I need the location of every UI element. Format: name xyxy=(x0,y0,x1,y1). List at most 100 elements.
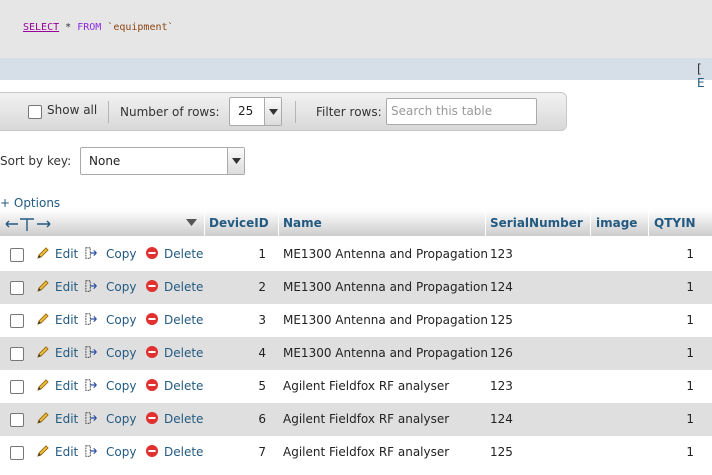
cell-qtyin: 1 xyxy=(686,379,694,393)
copy-link[interactable]: Copy xyxy=(106,445,136,459)
cell-deviceid: 6 xyxy=(258,412,266,426)
cell-deviceid: 1 xyxy=(258,247,266,261)
edit-link[interactable]: Edit xyxy=(55,346,78,360)
pencil-icon[interactable] xyxy=(36,444,50,458)
edit-link[interactable]: Edit xyxy=(55,379,78,393)
cell-name: ME1300 Antenna and Propagation xyxy=(283,280,488,294)
options-link[interactable]: + Options xyxy=(0,196,60,210)
copy-icon[interactable] xyxy=(85,279,99,293)
header-divider xyxy=(278,210,279,236)
copy-icon[interactable] xyxy=(85,444,99,458)
pencil-icon[interactable] xyxy=(36,279,50,293)
copy-icon[interactable] xyxy=(85,312,99,326)
edit-link[interactable]: Edit xyxy=(55,247,78,261)
delete-icon[interactable] xyxy=(145,246,159,260)
copy-link[interactable]: Copy xyxy=(106,280,136,294)
row-checkbox[interactable] xyxy=(10,281,24,295)
pencil-icon[interactable] xyxy=(36,378,50,392)
copy-icon[interactable] xyxy=(85,378,99,392)
table-row: Edit Copy Delete 7 Agilent Fieldfox RF analy… xyxy=(0,436,712,469)
sort-by-key-select[interactable]: None xyxy=(80,147,245,175)
cell-serialnumber: 124 xyxy=(490,412,513,426)
cell-deviceid: 7 xyxy=(258,445,266,459)
cell-name: ME1300 Antenna and Propagation xyxy=(283,247,488,261)
copy-icon[interactable] xyxy=(85,411,99,425)
filter-rows-placeholder: Search this table xyxy=(391,104,493,118)
show-all-label[interactable]: Show all xyxy=(47,103,97,117)
delete-icon[interactable] xyxy=(145,444,159,458)
delete-link[interactable]: Delete xyxy=(164,346,203,360)
pencil-icon[interactable] xyxy=(36,411,50,425)
delete-link[interactable]: Delete xyxy=(164,313,203,327)
row-checkbox[interactable] xyxy=(10,380,24,394)
delete-link[interactable]: Delete xyxy=(164,445,203,459)
filter-rows-label: Filter rows: xyxy=(316,105,382,119)
column-header-qtyin[interactable]: QTYIN xyxy=(654,216,696,230)
copy-link[interactable]: Copy xyxy=(106,313,136,327)
sql-table-name: `equipment` xyxy=(101,22,174,33)
edit-link[interactable]: Edit xyxy=(55,445,78,459)
row-checkbox[interactable] xyxy=(10,446,24,460)
column-header-serialnumber[interactable]: SerialNumber xyxy=(490,216,583,230)
edit-link[interactable]: Edit xyxy=(55,313,78,327)
row-checkbox[interactable] xyxy=(10,413,24,427)
header-divider xyxy=(485,210,486,236)
chevron-down-icon xyxy=(227,148,244,174)
delete-icon[interactable] xyxy=(145,279,159,293)
row-checkbox[interactable] xyxy=(10,347,24,361)
cell-serialnumber: 125 xyxy=(490,445,513,459)
divider xyxy=(295,101,296,123)
delete-link[interactable]: Delete xyxy=(164,412,203,426)
delete-link[interactable]: Delete xyxy=(164,280,203,294)
copy-link[interactable]: Copy xyxy=(106,346,136,360)
cell-serialnumber: 123 xyxy=(490,379,513,393)
chevron-down-icon xyxy=(264,98,281,125)
cell-deviceid: 4 xyxy=(258,346,266,360)
sql-star: * xyxy=(59,22,78,33)
table-row: Edit Copy Delete 3 ME1300 Antenna and Propag… xyxy=(0,304,712,337)
edit-inline-link[interactable]: [ E xyxy=(697,62,712,90)
delete-icon[interactable] xyxy=(145,345,159,359)
cell-deviceid: 2 xyxy=(258,280,266,294)
table-row: Edit Copy Delete 6 Agilent Fieldfox RF analy… xyxy=(0,403,712,436)
copy-icon[interactable] xyxy=(85,345,99,359)
column-header-deviceid[interactable]: DeviceID xyxy=(209,216,269,230)
column-header-image[interactable]: image xyxy=(596,216,637,230)
delete-icon[interactable] xyxy=(145,411,159,425)
show-all-checkbox[interactable] xyxy=(28,105,42,119)
sql-select-keyword[interactable]: SELECT xyxy=(23,22,59,33)
query-links-strip: [ E xyxy=(0,58,712,90)
rows-label: Number of rows: xyxy=(120,105,220,119)
copy-link[interactable]: Copy xyxy=(106,247,136,261)
copy-link[interactable]: Copy xyxy=(106,412,136,426)
delete-icon[interactable] xyxy=(145,378,159,392)
edit-link[interactable]: Edit xyxy=(55,412,78,426)
delete-link[interactable]: Delete xyxy=(164,379,203,393)
table-row: Edit Copy Delete 5 Agilent Fieldfox RF analy… xyxy=(0,370,712,403)
navigation-panel: Show all Number of rows: 25 Filter rows:… xyxy=(0,92,567,131)
edit-link-text[interactable]: E xyxy=(697,76,705,90)
row-checkbox[interactable] xyxy=(10,314,24,328)
filter-rows-input[interactable]: Search this table xyxy=(386,98,537,125)
pencil-icon[interactable] xyxy=(36,246,50,260)
sql-query-box: SELECT * FROM `equipment` xyxy=(0,0,712,58)
table-row: Edit Copy Delete 4 ME1300 Antenna and Propag… xyxy=(0,337,712,370)
edit-link[interactable]: Edit xyxy=(55,280,78,294)
rows-per-page-select[interactable]: 25 xyxy=(229,97,282,126)
delete-link[interactable]: Delete xyxy=(164,247,203,261)
cell-name: Agilent Fieldfox RF analyser xyxy=(283,445,450,459)
table-row: Edit Copy Delete 1 ME1300 Antenna and Propag… xyxy=(0,238,712,271)
pencil-icon[interactable] xyxy=(36,345,50,359)
header-divider xyxy=(204,210,205,236)
copy-link[interactable]: Copy xyxy=(106,379,136,393)
row-checkbox[interactable] xyxy=(10,248,24,262)
sort-dropdown-icon[interactable] xyxy=(186,219,197,227)
copy-icon[interactable] xyxy=(85,246,99,260)
delete-icon[interactable] xyxy=(145,312,159,326)
cell-deviceid: 5 xyxy=(258,379,266,393)
cell-qtyin: 1 xyxy=(686,445,694,459)
column-header-name[interactable]: Name xyxy=(283,216,322,230)
sql-from-keyword: FROM xyxy=(77,22,102,33)
pencil-icon[interactable] xyxy=(36,312,50,326)
bracket-text: [ xyxy=(697,62,702,76)
